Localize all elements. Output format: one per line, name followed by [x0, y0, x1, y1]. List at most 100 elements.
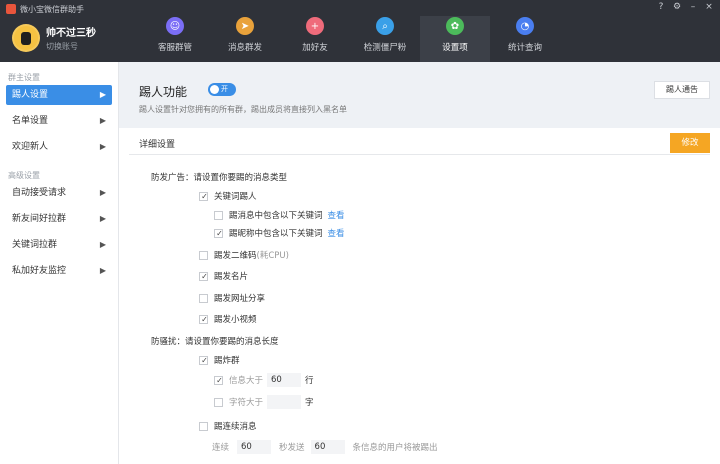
qrcode-label: 踢发二维码 [214, 251, 257, 261]
card-label: 踢发名片 [214, 272, 249, 282]
app-header: 微小宝微信群助手 ? ⚙ – × 帅不过三秒 切换账号 ☺ 客服群管 ➤ 消息群… [0, 0, 720, 62]
info-gt-unit: 行 [305, 376, 314, 386]
spam-kick-label: 踢炸群 [214, 356, 240, 366]
sidebar-item-label: 自动接受请求 [12, 188, 67, 198]
spam-kick-checkbox[interactable] [199, 355, 209, 365]
url-share-checkbox[interactable] [199, 293, 208, 303]
chars-gt-checkbox[interactable] [214, 397, 223, 407]
nav-item-settings[interactable]: ✿ 设置项 [420, 16, 490, 62]
chevron-right-icon: ▶ [99, 142, 106, 151]
chevron-right-icon: ▶ [99, 188, 106, 197]
video-checkbox[interactable] [199, 314, 209, 324]
msg-contains-row[interactable]: 踢消息中包含以下关键词 查看 [214, 209, 345, 221]
sidebar-item-label: 私加好友监控 [12, 266, 67, 276]
chars-gt-label: 字符大于 [229, 398, 264, 408]
keyword-kick-label: 关键词踢人 [214, 192, 257, 202]
switch-account-link[interactable]: 切换账号 [46, 41, 96, 52]
add-friend-icon: + [306, 17, 324, 35]
info-gt-row[interactable]: 信息大于 行 [214, 373, 314, 387]
qrcode-checkbox[interactable] [199, 250, 208, 260]
main-nav: ☺ 客服群管 ➤ 消息群发 + 加好友 ⌕ 检测僵尸粉 ✿ 设置项 ◔ 统计查询 [140, 16, 560, 62]
video-label: 踢发小视频 [214, 315, 257, 325]
info-gt-checkbox[interactable] [214, 375, 224, 385]
nav-item-mass-send[interactable]: ➤ 消息群发 [210, 16, 280, 62]
chevron-right-icon: ▶ [99, 266, 106, 275]
chars-gt-input[interactable] [267, 395, 302, 409]
qrcode-note: (耗CPU) [256, 251, 289, 261]
nav-item-stats[interactable]: ◔ 统计查询 [490, 16, 560, 62]
nick-contains-label: 踢昵称中包含以下关键词 [229, 229, 323, 239]
msg-contains-checkbox[interactable] [214, 210, 223, 220]
nav-label: 统计查询 [507, 43, 542, 53]
keyword-kick-row[interactable]: 关键词踢人 [199, 190, 257, 202]
nick-contains-checkbox[interactable] [214, 228, 224, 238]
cont-suffix: 条信息的用户将被踢出 [352, 443, 438, 453]
info-gt-input[interactable] [267, 373, 302, 387]
kick-notice-button[interactable]: 踢人通告 [654, 81, 710, 99]
chevron-right-icon: ▶ [99, 116, 106, 125]
chevron-right-icon: ▶ [99, 240, 106, 249]
sidebar-item-list[interactable]: 名单设置 ▶ [0, 108, 118, 134]
nick-contains-row[interactable]: 踢昵称中包含以下关键词 查看 [214, 227, 345, 239]
nav-label: 设置项 [442, 43, 468, 53]
window-title: 微小宝微信群助手 [20, 4, 84, 14]
help-icon[interactable]: ? [656, 2, 666, 12]
chars-gt-unit: 字 [305, 398, 314, 408]
app-logo [6, 4, 16, 14]
nav-label: 加好友 [302, 43, 328, 53]
feature-description: 踢人设置针对您拥有的所有群，踢出成员将直接列入黑名单 [139, 105, 347, 114]
nick-view-link[interactable]: 查看 [328, 227, 345, 239]
detect-icon: ⌕ [376, 17, 394, 35]
feature-panel: 踢人功能 开 踢人设置针对您拥有的所有群，踢出成员将直接列入黑名单 踢人通告 [119, 62, 720, 128]
continuous-config-row: 连续 秒发送 条信息的用户将被踢出 [212, 440, 438, 454]
nav-item-add-friend[interactable]: + 加好友 [280, 16, 350, 62]
nav-label: 客服群管 [157, 43, 192, 53]
minimize-icon[interactable]: – [688, 2, 698, 12]
cont-seconds-input[interactable] [237, 440, 272, 454]
window-controls: ? ⚙ – × [656, 2, 714, 12]
sidebar-group-advanced: 高级设置 [8, 171, 40, 180]
nav-item-detect-zombie[interactable]: ⌕ 检测僵尸粉 [350, 16, 420, 62]
sidebar-group-owner: 群主设置 [8, 73, 40, 82]
sidebar-item-welcome[interactable]: 欢迎新人 ▶ [0, 134, 118, 160]
card-checkbox[interactable] [199, 271, 209, 281]
sidebar: 群主设置 踢人设置 ▶ 名单设置 ▶ 欢迎新人 ▶ 高级设置 自动接受请求 ▶ … [0, 62, 119, 464]
card-row[interactable]: 踢发名片 [199, 270, 248, 282]
avatar[interactable] [12, 24, 40, 52]
url-share-row[interactable]: 踢发网址分享 [199, 292, 265, 304]
msg-view-link[interactable]: 查看 [328, 209, 345, 221]
send-icon: ➤ [236, 17, 254, 35]
url-share-label: 踢发网址分享 [214, 294, 266, 304]
sidebar-item-label: 欢迎新人 [12, 142, 49, 152]
close-icon[interactable]: × [704, 2, 714, 12]
sidebar-item-kick[interactable]: 踢人设置 ▶ [6, 85, 112, 105]
toggle-label: 开 [221, 85, 228, 93]
sidebar-item-new-friend-group[interactable]: 新友间好拉群 ▶ [0, 206, 118, 232]
sidebar-item-label: 名单设置 [12, 116, 49, 126]
msg-contains-label: 踢消息中包含以下关键词 [229, 211, 323, 221]
main-content: 踢人功能 开 踢人设置针对您拥有的所有群，踢出成员将直接列入黑名单 踢人通告 详… [119, 62, 720, 464]
ads-heading: 防发广告：请设置你要踢的消息类型 [151, 173, 288, 183]
cont-count-input[interactable] [310, 440, 345, 454]
detail-title: 详细设置 [139, 140, 176, 150]
qrcode-row[interactable]: 踢发二维码 (耗CPU) [199, 249, 289, 261]
feature-title: 踢人功能 [139, 85, 188, 99]
video-row[interactable]: 踢发小视频 [199, 313, 257, 325]
sidebar-item-auto-accept[interactable]: 自动接受请求 ▶ [0, 180, 118, 206]
spam-kick-row[interactable]: 踢炸群 [199, 354, 240, 366]
continuous-row[interactable]: 踢连续消息 [199, 420, 257, 432]
title-bar: 微小宝微信群助手 [6, 3, 84, 15]
settings-gear-icon[interactable]: ⚙ [672, 2, 682, 12]
nav-item-group-manage[interactable]: ☺ 客服群管 [140, 16, 210, 62]
profile-name: 帅不过三秒 [46, 28, 96, 39]
sidebar-item-keyword-group[interactable]: 关键词拉群 ▶ [0, 232, 118, 258]
continuous-checkbox[interactable] [199, 421, 208, 431]
cont-mid: 秒发送 [279, 443, 305, 453]
modify-button[interactable]: 修改 [670, 133, 710, 153]
keyword-kick-checkbox[interactable] [199, 191, 209, 201]
chars-gt-row[interactable]: 字符大于 字 [214, 395, 314, 409]
profile[interactable]: 帅不过三秒 切换账号 [12, 24, 96, 52]
sidebar-item-private-monitor[interactable]: 私加好友监控 ▶ [0, 258, 118, 284]
feature-toggle[interactable]: 开 [208, 83, 236, 96]
sidebar-item-label: 踢人设置 [12, 90, 49, 100]
